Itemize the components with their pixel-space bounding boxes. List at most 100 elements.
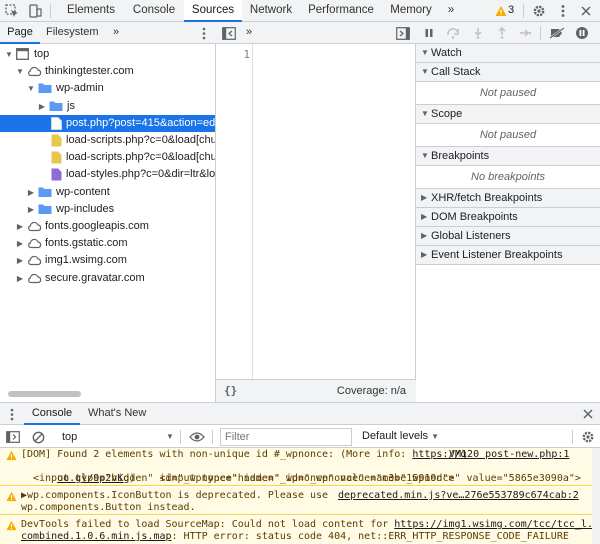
- tree-item[interactable]: ▶ fonts.gstatic.com: [0, 235, 215, 252]
- step-into-icon[interactable]: [470, 25, 486, 41]
- folder-icon: [38, 82, 52, 94]
- section-header[interactable]: ▶ DOM Breakpoints: [416, 208, 600, 227]
- dropdown-icon: ▼: [431, 432, 440, 441]
- frame-icon: [16, 48, 29, 60]
- tree-item[interactable]: ▶ fonts.googleapis.com: [0, 218, 215, 235]
- toggle-navigator-icon[interactable]: [221, 25, 237, 41]
- console-message: [DOM] Found 2 elements with non-unique i…: [0, 448, 592, 486]
- tree-item[interactable]: ▼ thinkingtester.com: [0, 63, 215, 80]
- tab-elements[interactable]: Elements: [58, 0, 124, 21]
- collapsed-arrow-icon[interactable]: ▶: [37, 98, 47, 115]
- collapsed-arrow-icon[interactable]: ▶: [26, 201, 36, 218]
- step-over-icon[interactable]: [445, 25, 461, 41]
- tab-whats-new[interactable]: What's New: [88, 403, 158, 425]
- sourcemap-link[interactable]: https://img1.wsimg.com/tcc/tcc_l.: [394, 519, 593, 530]
- tab-filesystem[interactable]: Filesystem: [46, 22, 104, 44]
- collapsed-arrow-icon[interactable]: ▶: [15, 270, 25, 287]
- tree-item[interactable]: ▶ img1.wsimg.com: [0, 252, 215, 269]
- console-sidebar-icon[interactable]: [5, 429, 21, 445]
- collapsed-arrow-icon[interactable]: ▶: [26, 184, 36, 201]
- pretty-print-button[interactable]: {}: [224, 384, 237, 397]
- drawer-menu-icon[interactable]: [4, 406, 20, 422]
- tab-console-drawer[interactable]: Console: [24, 403, 80, 425]
- toggle-debugger-icon[interactable]: [395, 25, 411, 41]
- inspect-element-icon[interactable]: [4, 3, 20, 19]
- console-settings-gear-icon[interactable]: [580, 429, 596, 445]
- warning-count[interactable]: 3: [508, 4, 514, 16]
- deactivate-breakpoints-icon[interactable]: [549, 25, 565, 41]
- section-header[interactable]: ▶ Global Listeners: [416, 227, 600, 246]
- sourcemap-link[interactable]: combined.1.0.6.min.js.map: [21, 531, 172, 542]
- close-icon[interactable]: [578, 3, 594, 19]
- tab-memory[interactable]: Memory: [382, 0, 440, 21]
- filter-input[interactable]: [220, 428, 352, 446]
- navigator-panel: Page Filesystem » ▼ top ▼ thinkingtester.co…: [0, 22, 216, 402]
- tree-item[interactable]: load-scripts.php?c=0&load[chun: [0, 132, 215, 149]
- expanded-arrow-icon[interactable]: ▼: [15, 63, 25, 80]
- collapsed-arrow-icon[interactable]: ▶: [15, 235, 25, 252]
- section-header[interactable]: ▶ XHR/fetch Breakpoints: [416, 189, 600, 208]
- source-link[interactable]: VM120 post-new.php:1: [449, 449, 569, 461]
- eye-icon[interactable]: [189, 429, 205, 445]
- section-header[interactable]: ▼ Call Stack: [416, 63, 600, 82]
- collapsed-arrow-icon[interactable]: ▶: [15, 252, 25, 269]
- horizontal-scrollbar[interactable]: [8, 391, 81, 397]
- tab-network[interactable]: Network: [242, 0, 300, 21]
- section-title: Watch: [431, 47, 462, 59]
- kebab-menu-icon[interactable]: [555, 3, 571, 19]
- source-link[interactable]: deprecated.min.js?ve…276e553789c674cab:2: [338, 490, 579, 502]
- section-title: Event Listener Breakpoints: [431, 249, 563, 261]
- tree-item-label: wp-includes: [56, 202, 115, 215]
- device-toolbar-icon[interactable]: [27, 3, 43, 19]
- tree-item[interactable]: ▼ top: [0, 46, 215, 63]
- coverage-status: Coverage: n/a: [336, 385, 406, 397]
- cloud-icon: [27, 65, 42, 77]
- warning-icon[interactable]: [493, 3, 509, 19]
- collapsed-arrow-icon[interactable]: ▶: [15, 218, 25, 235]
- tab-console[interactable]: Console: [124, 0, 184, 21]
- tab-performance[interactable]: Performance: [300, 0, 382, 21]
- log-levels-dropdown[interactable]: Default levels ▼: [362, 430, 439, 446]
- devtools-toolbar: Elements Console Sources Network Perform…: [0, 0, 600, 22]
- tree-item-label: wp-content: [56, 185, 110, 198]
- clear-console-icon[interactable]: [30, 429, 46, 445]
- context-selector[interactable]: top ▼: [56, 428, 176, 446]
- more-tabs-button[interactable]: »: [440, 0, 462, 21]
- navigator-more-button[interactable]: »: [113, 22, 125, 44]
- expanded-arrow-icon[interactable]: ▼: [26, 80, 36, 97]
- tree-item[interactable]: load-scripts.php?c=0&load[chun: [0, 149, 215, 166]
- step-icon[interactable]: [517, 25, 533, 41]
- tree-item[interactable]: post.php?post=415&action=edit: [0, 114, 215, 132]
- pause-on-exceptions-icon[interactable]: [574, 25, 590, 41]
- message-text: wp.components.Button instead.: [21, 502, 196, 513]
- close-drawer-icon[interactable]: [580, 406, 596, 422]
- expanded-arrow-icon[interactable]: ▼: [4, 46, 14, 63]
- section-header[interactable]: ▼ Watch: [416, 44, 600, 63]
- tree-item[interactable]: load-styles.php?c=0&dir=ltr&loac: [0, 166, 215, 183]
- log-levels-label: Default levels: [362, 430, 429, 442]
- tab-sources[interactable]: Sources: [184, 0, 242, 22]
- tree-item[interactable]: ▼ wp-admin: [0, 80, 215, 97]
- navigator-menu-icon[interactable]: [196, 25, 212, 41]
- tree-item[interactable]: ▶ wp-includes: [0, 201, 215, 218]
- console-toolbar: top ▼ Default levels ▼: [0, 426, 600, 448]
- tree-item[interactable]: ▶ secure.gravatar.com: [0, 270, 215, 287]
- console-scrollbar[interactable]: [592, 448, 600, 544]
- step-out-icon[interactable]: [494, 25, 510, 41]
- tree-item-label: post.php?post=415&action=edit: [66, 116, 215, 129]
- tree-item[interactable]: ▶ wp-content: [0, 184, 215, 201]
- section-header[interactable]: ▶ Event Listener Breakpoints: [416, 246, 600, 265]
- cloud-icon: [27, 272, 42, 284]
- debugger-sidebar: ▼ Watch ▼ Call Stack Not paused ▼ Scope Not pau…: [416, 22, 600, 402]
- editor-more-button[interactable]: »: [246, 22, 260, 44]
- tree-item[interactable]: ▶ js: [0, 98, 215, 115]
- file-style-icon: [51, 168, 62, 181]
- console-drawer: Console What's New top ▼ Default levels …: [0, 402, 600, 544]
- section-header[interactable]: ▼ Scope: [416, 105, 600, 124]
- code-area[interactable]: [254, 44, 416, 379]
- gear-icon[interactable]: [531, 3, 547, 19]
- pause-icon[interactable]: [421, 25, 437, 41]
- section-header[interactable]: ▼ Breakpoints: [416, 147, 600, 166]
- console-message[interactable]: ▶wp.components.IconButton is deprecated.…: [0, 487, 592, 515]
- tab-page[interactable]: Page: [0, 22, 40, 44]
